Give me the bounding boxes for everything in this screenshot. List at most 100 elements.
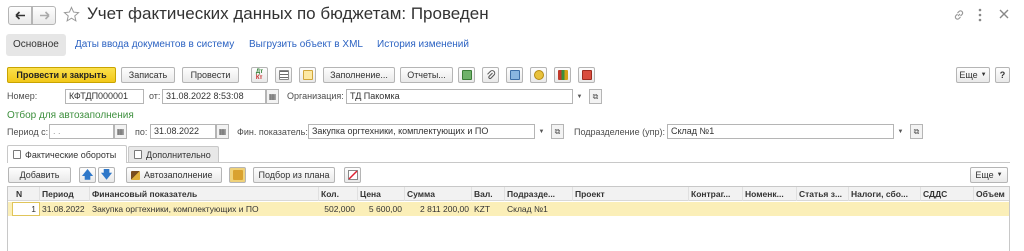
arrow-right-icon bbox=[39, 11, 50, 20]
calendar-icon: ▦ bbox=[116, 127, 125, 136]
tab-additional-label: Дополнительно bbox=[146, 149, 211, 160]
document-icon bbox=[302, 70, 313, 80]
tab-actual-turnover[interactable]: Фактические обороты bbox=[7, 145, 127, 163]
document-icon bbox=[13, 150, 21, 159]
fin-indicator-field[interactable]: Закупка оргтехники, комплектующих и ПО bbox=[308, 124, 535, 139]
link-icon[interactable] bbox=[953, 9, 965, 21]
reports-button[interactable]: Отчеты... bbox=[400, 67, 453, 83]
fin-indicator-open-button[interactable]: ⧉ bbox=[551, 124, 564, 139]
more-button[interactable]: Еще ▼ bbox=[956, 67, 990, 83]
cell-quantity: 502,000 bbox=[324, 204, 355, 214]
col-counterparty[interactable]: Контраг... bbox=[689, 187, 743, 201]
fin-indicator-dropdown[interactable]: ▼ bbox=[535, 124, 548, 139]
open-window-icon: ⧉ bbox=[913, 126, 920, 136]
list-button[interactable] bbox=[275, 67, 292, 83]
cell-expense-item bbox=[797, 202, 849, 216]
chevron-down-icon: ▼ bbox=[996, 172, 1003, 178]
save-button[interactable]: Записать bbox=[121, 67, 175, 83]
autofill-label: Автозаполнение bbox=[144, 170, 213, 180]
col-taxes[interactable]: Налоги, сбо... bbox=[849, 187, 921, 201]
books-button[interactable] bbox=[554, 67, 571, 83]
col-currency[interactable]: Вал. bbox=[472, 187, 505, 201]
structure-icon bbox=[461, 70, 472, 80]
date-label: от: bbox=[149, 91, 161, 101]
cell-department: Склад №1 bbox=[507, 204, 548, 214]
period-from-field[interactable]: . . bbox=[49, 124, 114, 139]
tab-actual-turnover-label: Фактические обороты bbox=[25, 149, 117, 160]
col-nomenclature[interactable]: Номенк... bbox=[743, 187, 797, 201]
column-separators bbox=[8, 216, 1009, 251]
document-icon bbox=[134, 150, 142, 159]
clear-icon bbox=[347, 170, 358, 180]
col-number[interactable]: N bbox=[12, 187, 40, 201]
table-more-button[interactable]: Еще ▼ bbox=[970, 167, 1008, 183]
dt-kt-icon: Дт Кт bbox=[255, 69, 264, 81]
chevron-down-icon: ▼ bbox=[538, 128, 545, 135]
col-expense-item[interactable]: Статья з... bbox=[797, 187, 849, 201]
list-icon bbox=[278, 70, 289, 80]
organization-dropdown[interactable]: ▼ bbox=[573, 89, 586, 104]
tab-export-xml[interactable]: Выгрузить объект в XML bbox=[249, 39, 363, 50]
paperclip-icon bbox=[486, 69, 495, 79]
tab-additional[interactable]: Дополнительно bbox=[128, 146, 219, 162]
attachment-button[interactable] bbox=[482, 67, 499, 83]
hierarchy-button[interactable] bbox=[506, 67, 523, 83]
cell-counterparty bbox=[689, 202, 743, 216]
autofill-button[interactable]: Автозаполнение bbox=[126, 167, 222, 183]
coins-icon bbox=[533, 70, 544, 80]
department-field[interactable]: Склад №1 bbox=[667, 124, 894, 139]
department-dropdown[interactable]: ▼ bbox=[894, 124, 907, 139]
help-button[interactable]: ? bbox=[995, 67, 1010, 83]
number-field[interactable]: КФТДП000001 bbox=[65, 89, 144, 104]
tab-change-history[interactable]: История изменений bbox=[377, 39, 469, 50]
post-and-close-button[interactable]: Провести и закрыть bbox=[7, 67, 116, 83]
post-button[interactable]: Провести bbox=[182, 67, 239, 83]
calendar-button[interactable]: ▦ bbox=[266, 89, 279, 104]
date-field[interactable]: 31.08.2022 8:53:08 bbox=[162, 89, 266, 104]
col-period[interactable]: Период bbox=[40, 187, 90, 201]
tab-document-dates[interactable]: Даты ввода документов в систему bbox=[75, 39, 234, 50]
col-department[interactable]: Подразде... bbox=[505, 187, 573, 201]
add-row-button[interactable]: Добавить bbox=[8, 167, 71, 183]
clear-button[interactable] bbox=[344, 167, 361, 183]
cell-project bbox=[573, 202, 689, 216]
filter-section-title: Отбор для автозаполнения bbox=[7, 110, 134, 121]
select-items-button[interactable] bbox=[229, 167, 246, 183]
calendar-icon: ▦ bbox=[218, 127, 227, 136]
col-project[interactable]: Проект bbox=[573, 187, 689, 201]
structure-button[interactable] bbox=[458, 67, 475, 83]
document-button[interactable] bbox=[299, 67, 316, 83]
coins-button[interactable] bbox=[530, 67, 547, 83]
delete-doc-icon bbox=[581, 70, 592, 80]
back-button[interactable] bbox=[8, 6, 32, 25]
delete-doc-button[interactable] bbox=[578, 67, 595, 83]
col-sdds[interactable]: СДДС bbox=[921, 187, 974, 201]
arrow-up-icon: 🡅 bbox=[81, 168, 94, 181]
move-up-button[interactable]: 🡅 bbox=[79, 167, 96, 183]
cell-number: 1 bbox=[31, 204, 36, 214]
department-open-button[interactable]: ⧉ bbox=[910, 124, 923, 139]
select-from-plan-button[interactable]: Подбор из плана bbox=[253, 167, 335, 183]
fill-button[interactable]: Заполнение... bbox=[323, 67, 395, 83]
open-window-icon: ⧉ bbox=[554, 126, 561, 136]
close-icon[interactable] bbox=[999, 9, 1009, 19]
cell-fin-indicator: Закупка оргтехники, комплектующих и ПО bbox=[92, 204, 259, 214]
organization-field[interactable]: ТД Пакомка bbox=[346, 89, 573, 104]
col-sum[interactable]: Сумма bbox=[405, 187, 472, 201]
organization-label: Организация: bbox=[287, 91, 344, 101]
period-to-calendar[interactable]: ▦ bbox=[216, 124, 229, 139]
period-to-field[interactable]: 31.08.2022 bbox=[150, 124, 216, 139]
forward-button[interactable] bbox=[32, 6, 56, 25]
col-volume[interactable]: Объем bbox=[974, 187, 1009, 201]
move-down-button[interactable]: 🡇 bbox=[98, 167, 115, 183]
dt-kt-button[interactable]: Дт Кт bbox=[251, 67, 268, 83]
kebab-menu-icon[interactable] bbox=[978, 8, 982, 22]
star-icon[interactable] bbox=[63, 6, 80, 23]
col-price[interactable]: Цена bbox=[358, 187, 405, 201]
open-window-icon: ⧉ bbox=[592, 91, 599, 101]
cell-price: 5 600,00 bbox=[368, 204, 402, 214]
col-fin-indicator[interactable]: Финансовый показатель bbox=[90, 187, 319, 201]
period-from-calendar[interactable]: ▦ bbox=[114, 124, 127, 139]
organization-open-button[interactable]: ⧉ bbox=[589, 89, 602, 104]
col-quantity[interactable]: Кол. bbox=[319, 187, 358, 201]
